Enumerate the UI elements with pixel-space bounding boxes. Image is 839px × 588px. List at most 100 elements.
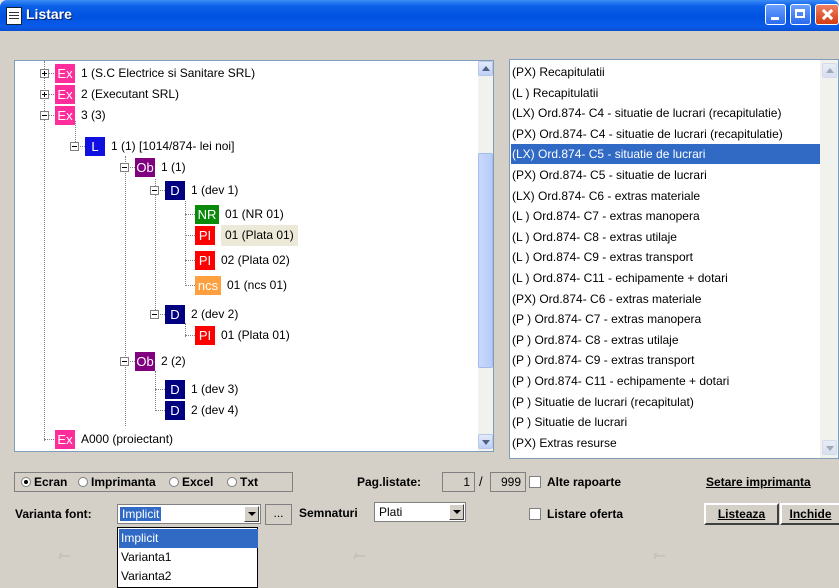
font-settings-button[interactable]: ... (265, 504, 292, 525)
listare-oferta-checkbox[interactable] (529, 508, 541, 520)
pages-from-field[interactable]: 1 (442, 472, 475, 492)
tree-node[interactable]: PI 01 (Plata 01) (15, 325, 477, 346)
tree-node[interactable]: Ex 1 (S.C Electrice si Sanitare SRL) (15, 63, 477, 84)
close-button[interactable] (815, 4, 839, 25)
report-list-item[interactable]: (L ) Recapitulatii (511, 83, 820, 103)
tree-node[interactable]: D 2 (dev 2) (15, 304, 477, 325)
radio-txt[interactable] (227, 477, 237, 487)
tree-node-label[interactable]: 3 (3) (81, 105, 106, 126)
tree-node-label[interactable]: 01 (Plata 01) (221, 225, 298, 246)
report-list-item[interactable]: (L ) Ord.874- C11 - echipamente + dotari (511, 268, 820, 288)
report-list-item[interactable]: (PX) Ord.874- C4 - situatie de lucrari (… (511, 124, 820, 144)
report-list-item[interactable]: (P ) Situatie de lucrari (recapitulat) (511, 392, 820, 412)
tree-node-label[interactable]: 2 (2) (161, 351, 186, 372)
tree-node[interactable]: D 2 (dev 4) (15, 400, 477, 421)
project-tree[interactable]: Ex 1 (S.C Electrice si Sanitare SRL) Ex 2 (… (14, 60, 494, 452)
tree-node-label[interactable]: 1 (1) [1014/874- lei noi] (111, 136, 234, 157)
tree-node-label[interactable]: 01 (Plata 01) (221, 325, 290, 346)
report-list-item[interactable]: (LX) Ord.874- C5 - situatie de lucrari (511, 144, 820, 165)
node-type-badge-icon: D (165, 380, 185, 399)
font-variant-option[interactable]: Implicit (119, 529, 258, 548)
tree-node[interactable]: Ob 1 (1) (15, 157, 477, 178)
semnaturi-select[interactable]: Plati (374, 502, 466, 522)
scroll-down-arrow-icon[interactable] (478, 434, 493, 449)
report-list-item[interactable]: (L ) Ord.874- C9 - extras transport (511, 247, 820, 267)
tree-node-label[interactable]: 1 (dev 3) (191, 379, 238, 400)
tree-node[interactable]: PI 01 (Plata 01) (15, 225, 477, 246)
scroll-up-arrow-icon[interactable] (822, 63, 837, 78)
tree-node-label[interactable]: 1 (S.C Electrice si Sanitare SRL) (81, 63, 255, 84)
report-list-item[interactable]: (PX) Ord.874- C5 - situatie de lucrari (511, 165, 820, 185)
report-list[interactable]: (PX) Recapitulatii (L ) Recapitulatii (LX)… (509, 59, 839, 459)
radio-imprimanta-label[interactable]: Imprimanta (91, 475, 156, 489)
listeaza-button[interactable]: Listeaza (704, 503, 779, 525)
radio-imprimanta[interactable] (78, 477, 88, 487)
tree-node-label[interactable]: 01 (ncs 01) (227, 275, 287, 296)
collapse-icon[interactable] (70, 142, 79, 151)
chevron-down-icon[interactable] (449, 504, 464, 520)
collapse-icon[interactable] (40, 111, 49, 120)
tree-node-label[interactable]: 2 (dev 2) (191, 304, 238, 325)
report-list-item[interactable]: (LX) Ord.874- C4 - situatie de lucrari (… (511, 103, 820, 123)
report-list-item[interactable]: (P ) Ord.874- C9 - extras transport (511, 350, 820, 370)
tree-node-label[interactable]: 2 (dev 4) (191, 400, 238, 421)
tree-node[interactable]: D 1 (dev 1) (15, 180, 477, 201)
node-type-badge-icon: D (165, 181, 185, 200)
tree-node-label[interactable]: 02 (Plata 02) (221, 250, 290, 271)
tree-node[interactable]: D 1 (dev 3) (15, 379, 477, 400)
tree-node-label[interactable]: 1 (dev 1) (191, 180, 238, 201)
radio-txt-label[interactable]: Txt (240, 475, 258, 489)
alte-rapoarte-checkbox[interactable] (529, 476, 541, 488)
collapse-icon[interactable] (150, 310, 159, 319)
tree-node[interactable]: Ex A000 (proiectant) (15, 429, 477, 450)
report-list-item[interactable]: (L ) Ord.874- C7 - extras manopera (511, 206, 820, 226)
pages-to-field[interactable]: 999 (490, 472, 526, 492)
inchide-button[interactable]: Inchide (780, 503, 839, 525)
report-list-item[interactable]: (L ) Ord.874- C8 - extras utilaje (511, 227, 820, 247)
report-list-item[interactable]: (PX) Extras resurse (511, 433, 820, 453)
tree-node-label[interactable]: A000 (proiectant) (81, 429, 173, 450)
scroll-up-arrow-icon[interactable] (478, 61, 493, 76)
font-variant-option[interactable]: Varianta2 (119, 567, 258, 586)
report-list-item[interactable]: (P ) Ord.874- C11 - echipamente + dotari (511, 371, 820, 391)
font-variant-select[interactable]: Implicit (117, 504, 261, 524)
tree-node-label[interactable]: 1 (1) (161, 157, 186, 178)
minimize-button[interactable] (765, 4, 786, 25)
report-list-item[interactable]: (PX) Recapitulatii (511, 62, 820, 82)
report-list-item[interactable]: (P ) Ord.874- C8 - extras utilaje (511, 330, 820, 350)
alte-rapoarte-label[interactable]: Alte rapoarte (547, 475, 621, 489)
tree-node[interactable]: L 1 (1) [1014/874- lei noi] (15, 136, 477, 157)
report-list-item[interactable]: (LX) Ord.874- C6 - extras materiale (511, 186, 820, 206)
report-list-item[interactable]: (P ) Ord.874- C7 - extras manopera (511, 309, 820, 329)
tree-node[interactable]: Ex 3 (3) (15, 105, 477, 126)
setare-imprimanta-button[interactable]: Setare imprimanta (706, 475, 811, 489)
radio-excel-label[interactable]: Excel (182, 475, 213, 489)
listare-oferta-label[interactable]: Listare oferta (547, 507, 623, 521)
tree-node[interactable]: Ob 2 (2) (15, 351, 477, 372)
chevron-down-icon[interactable] (244, 506, 259, 522)
scroll-thumb[interactable] (478, 153, 493, 368)
title-bar[interactable]: Listare (0, 0, 839, 31)
tree-node[interactable]: ncs 01 (ncs 01) (15, 275, 477, 296)
maximize-button[interactable] (790, 4, 811, 25)
tree-node[interactable]: Ex 2 (Executant SRL) (15, 84, 477, 105)
font-variant-dropdown[interactable]: Implicit Varianta1 Varianta2 (117, 527, 258, 588)
collapse-icon[interactable] (150, 186, 159, 195)
tree-node[interactable]: NR 01 (NR 01) (15, 204, 477, 225)
report-list-item[interactable]: (P ) Situatie de lucrari (511, 412, 820, 432)
radio-excel[interactable] (169, 477, 179, 487)
tree-node-label[interactable]: 01 (NR 01) (225, 204, 284, 225)
report-list-item[interactable]: (PX) Ord.874- C6 - extras materiale (511, 289, 820, 309)
tree-scrollbar[interactable] (478, 61, 493, 451)
scroll-down-arrow-icon[interactable] (822, 440, 837, 455)
report-list-scrollbar[interactable] (820, 60, 838, 458)
radio-ecran-label[interactable]: Ecran (34, 475, 67, 489)
radio-ecran[interactable] (21, 477, 31, 487)
tree-node[interactable]: PI 02 (Plata 02) (15, 250, 477, 271)
font-variant-option[interactable]: Varianta1 (119, 548, 258, 567)
collapse-icon[interactable] (120, 163, 129, 172)
tree-node-label[interactable]: 2 (Executant SRL) (81, 84, 179, 105)
expand-icon[interactable] (40, 69, 49, 78)
expand-icon[interactable] (40, 90, 49, 99)
collapse-icon[interactable] (120, 357, 129, 366)
